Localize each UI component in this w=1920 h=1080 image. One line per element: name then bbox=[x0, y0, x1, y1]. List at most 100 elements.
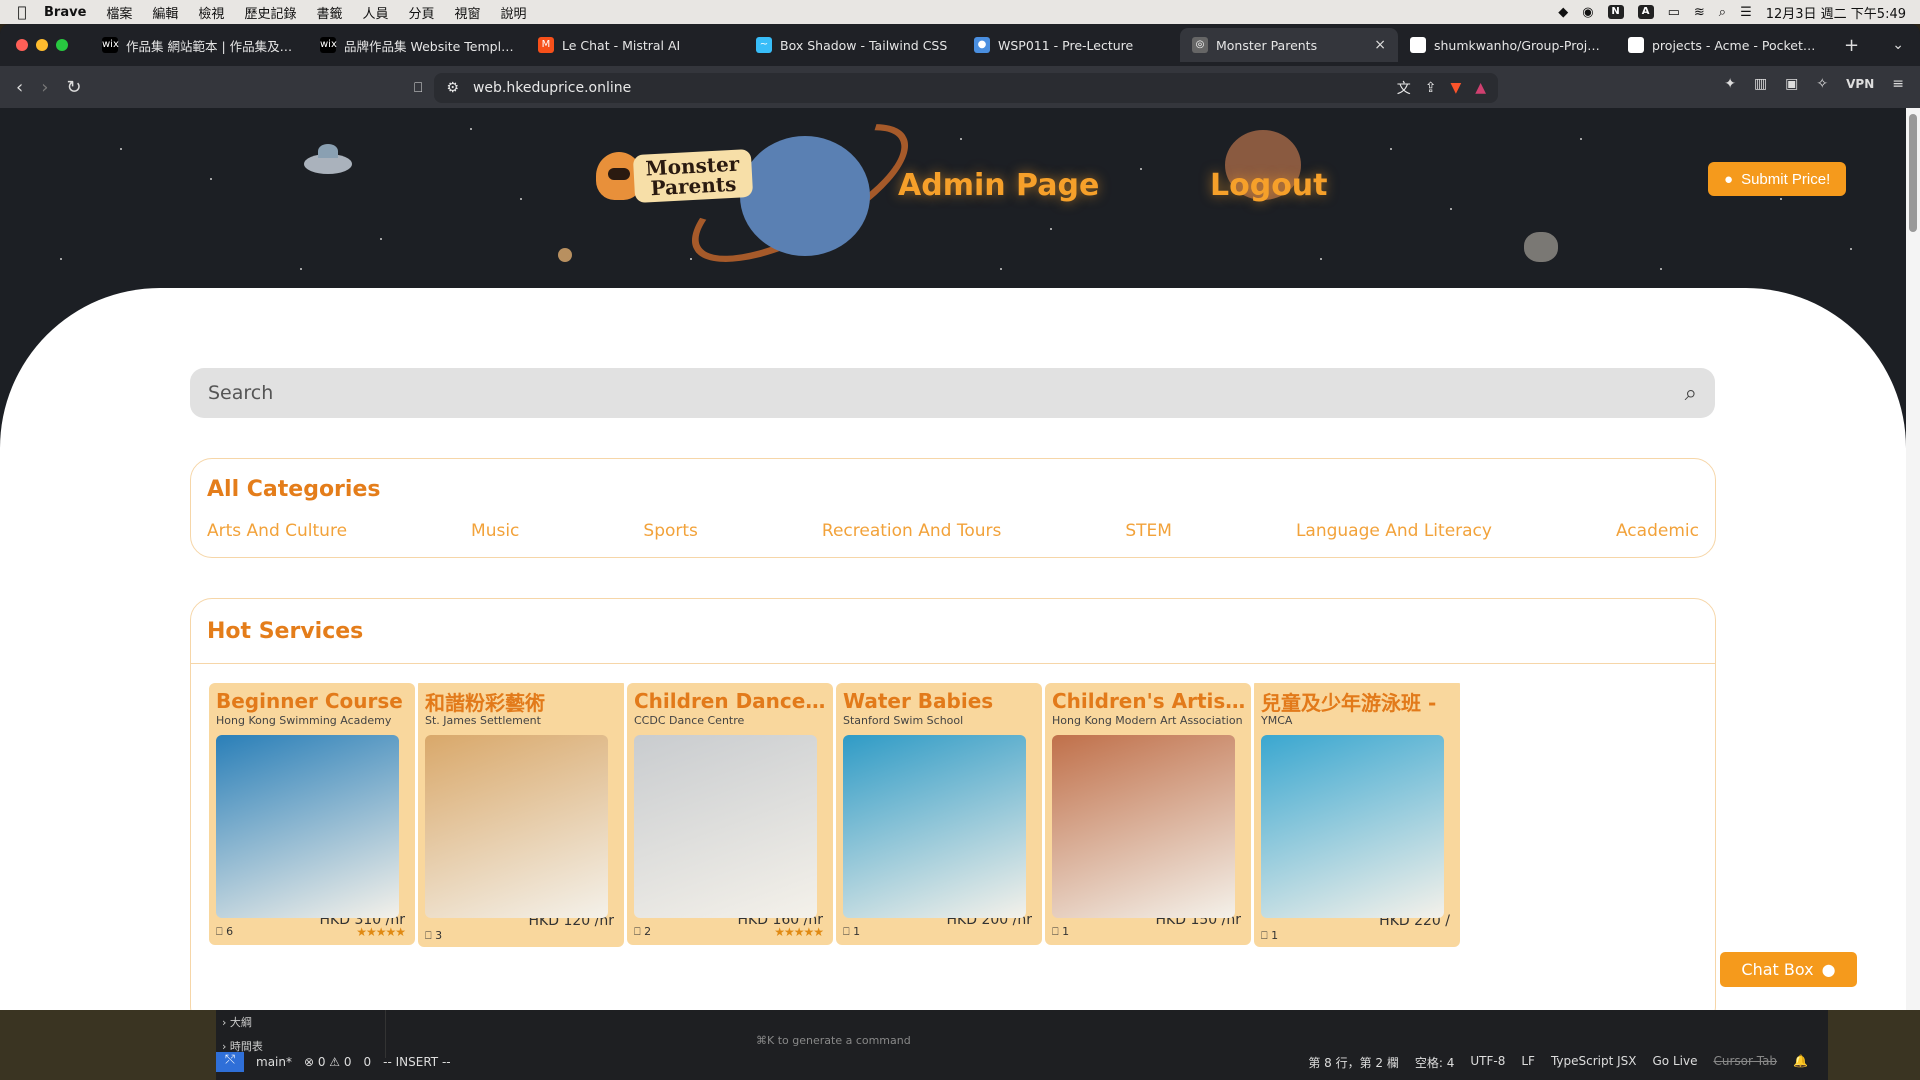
sidebar-icon[interactable]: ▥ bbox=[1754, 76, 1767, 92]
notion-icon[interactable]: N bbox=[1607, 5, 1624, 19]
outline-section[interactable]: › 大綱 bbox=[216, 1010, 385, 1034]
menu-window[interactable]: 視窗 bbox=[445, 3, 491, 22]
cursor-tab-toggle[interactable]: Cursor Tab bbox=[1713, 1054, 1777, 1071]
control-center-icon[interactable]: ☰ bbox=[1740, 5, 1752, 20]
search-bar[interactable]: Search ⌕ bbox=[190, 368, 1715, 418]
scrollbar-thumb[interactable] bbox=[1909, 114, 1917, 232]
admin-page-link[interactable]: Admin Page bbox=[898, 168, 1099, 203]
service-image[interactable] bbox=[843, 735, 1026, 918]
browser-tab[interactable]: wix 品牌作品集 Website Template bbox=[308, 28, 526, 62]
reload-icon[interactable]: ↻ bbox=[66, 77, 81, 98]
page-scrollbar[interactable] bbox=[1906, 108, 1920, 1010]
service-card[interactable]: Beginner Course Hong Kong Swimming Academ… bbox=[209, 683, 415, 945]
bookmark-icon[interactable]: ⎕ bbox=[414, 80, 422, 96]
menu-edit[interactable]: 編輯 bbox=[142, 3, 188, 22]
forward-icon[interactable]: › bbox=[41, 77, 48, 98]
service-image[interactable] bbox=[216, 735, 399, 918]
problems-count[interactable]: ⊗ 0 ⚠ 0 bbox=[304, 1055, 352, 1069]
indentation[interactable]: 空格: 4 bbox=[1415, 1054, 1455, 1071]
service-card[interactable]: Children's Artistic Elit...Hong Kong Mod… bbox=[1045, 683, 1251, 945]
battery-icon[interactable]: ▭ bbox=[1668, 5, 1680, 20]
logout-link[interactable]: Logout bbox=[1210, 168, 1328, 203]
browser-tab[interactable]: ~ Box Shadow - Tailwind CSS bbox=[744, 28, 962, 62]
menu-tab[interactable]: 分頁 bbox=[398, 3, 444, 22]
browser-tab[interactable]: ◎ Monster Parents × bbox=[1180, 28, 1398, 62]
submit-price-button[interactable]: ● Submit Price! bbox=[1708, 162, 1847, 196]
vpn-button[interactable]: VPN bbox=[1846, 77, 1874, 91]
url-field[interactable]: ⚙ web.hkeduprice.online 文 ⇪ ▼ ▲ bbox=[434, 73, 1498, 103]
category-language-and-literacy[interactable]: Language And Literacy bbox=[1296, 521, 1492, 541]
browser-tab[interactable]: M Le Chat - Mistral AI bbox=[526, 28, 744, 62]
brave-rewards-icon[interactable]: ▲ bbox=[1475, 80, 1486, 96]
star-dot bbox=[1390, 148, 1392, 150]
menu-file[interactable]: 檔案 bbox=[96, 3, 142, 22]
menubar-clock[interactable]: 12月3日 週二 下午5:49 bbox=[1766, 3, 1906, 22]
input-source-icon[interactable]: A bbox=[1637, 5, 1654, 19]
search-icon[interactable]: ⌕ bbox=[1685, 381, 1697, 406]
service-image[interactable] bbox=[1052, 735, 1235, 918]
browser-tab[interactable]: ▣ projects - Acme - PocketBase bbox=[1616, 28, 1834, 62]
translate-icon[interactable]: 文 bbox=[1397, 78, 1411, 98]
bookmark-count[interactable]: ⎕ 1 bbox=[843, 925, 860, 939]
back-icon[interactable]: ‹ bbox=[16, 77, 23, 98]
service-image[interactable] bbox=[425, 735, 608, 918]
service-card[interactable]: 兒童及少年游泳班 - YMCA HKD 220 /⎕ 1 bbox=[1254, 683, 1460, 947]
category-recreation-and-tours[interactable]: Recreation And Tours bbox=[822, 521, 1001, 541]
star-dot bbox=[1320, 258, 1322, 260]
browser-tab[interactable]: ● shumkwanho/Group-Project- bbox=[1398, 28, 1616, 62]
bookmark-count[interactable]: ⎕ 1 bbox=[1261, 929, 1278, 943]
bookmark-count[interactable]: ⎕ 6 bbox=[216, 925, 233, 939]
language-mode[interactable]: TypeScript JSX bbox=[1551, 1054, 1637, 1071]
browser-tab[interactable]: wix 作品集 網站範本 | 作品集及圖形 bbox=[90, 28, 308, 62]
site-logo[interactable]: Monster Parents bbox=[596, 148, 753, 204]
zoom-window-icon[interactable] bbox=[56, 39, 68, 51]
status-app-icon[interactable]: ◆ bbox=[1558, 5, 1568, 20]
share-icon[interactable]: ⇪ bbox=[1425, 80, 1437, 96]
spotlight-icon[interactable]: ⌕ bbox=[1719, 5, 1726, 20]
git-branch[interactable]: main* bbox=[256, 1055, 292, 1069]
notifications-icon[interactable]: 🔔 bbox=[1793, 1054, 1808, 1071]
browser-menu-icon[interactable]: ≡ bbox=[1892, 76, 1904, 92]
category-academic[interactable]: Academic bbox=[1616, 521, 1699, 541]
search-input[interactable]: Search bbox=[208, 382, 1685, 404]
close-tab-icon[interactable]: × bbox=[1374, 37, 1386, 53]
browser-tab[interactable]: ● WSP011 - Pre-Lecture bbox=[962, 28, 1180, 62]
service-card[interactable]: Children Dance Shor...CCDC Dance CentreH… bbox=[627, 683, 833, 945]
service-image[interactable] bbox=[1261, 735, 1444, 918]
extensions-icon[interactable]: ✦ bbox=[1724, 76, 1736, 92]
tab-menu-chevron-icon[interactable]: ⌄ bbox=[1892, 37, 1904, 53]
service-card[interactable]: Water Babies Stanford Swim School HKD 200 … bbox=[836, 683, 1042, 945]
menu-history[interactable]: 歷史記錄 bbox=[234, 3, 306, 22]
service-image[interactable] bbox=[634, 735, 817, 918]
new-tab-icon[interactable]: + bbox=[1844, 35, 1859, 56]
category-stem[interactable]: STEM bbox=[1125, 521, 1172, 541]
apple-icon[interactable]:  bbox=[0, 3, 44, 21]
go-live-button[interactable]: Go Live bbox=[1653, 1054, 1698, 1071]
menu-bookmarks[interactable]: 書籤 bbox=[306, 3, 352, 22]
status-app-icon-2[interactable]: ◉ bbox=[1582, 5, 1593, 20]
bookmark-count[interactable]: ⎕ 1 bbox=[1052, 925, 1069, 939]
minimize-window-icon[interactable] bbox=[36, 39, 48, 51]
leo-ai-icon[interactable]: ✧ bbox=[1816, 76, 1828, 92]
site-info-icon[interactable]: ⚙ bbox=[446, 80, 459, 96]
wallet-icon[interactable]: ▣ bbox=[1785, 76, 1798, 92]
service-card[interactable]: 和諧粉彩藝術 St. James Settlement HKD 120 /hr ⎕ 3 bbox=[418, 683, 624, 947]
menu-view[interactable]: 檢視 bbox=[188, 3, 234, 22]
close-window-icon[interactable] bbox=[16, 39, 28, 51]
ports-count[interactable]: 0 bbox=[364, 1055, 372, 1069]
category-sports[interactable]: Sports bbox=[643, 521, 698, 541]
line-ending[interactable]: LF bbox=[1521, 1054, 1535, 1071]
menu-app-name[interactable]: Brave bbox=[44, 5, 96, 20]
remote-icon[interactable]: ⤲ bbox=[216, 1052, 244, 1072]
chat-box-button[interactable]: Chat Box ● bbox=[1720, 952, 1857, 987]
category-arts-and-culture[interactable]: Arts And Culture bbox=[207, 521, 347, 541]
menu-help[interactable]: 說明 bbox=[491, 3, 537, 22]
category-music[interactable]: Music bbox=[471, 521, 519, 541]
bookmark-count[interactable]: ⎕ 3 bbox=[425, 929, 442, 943]
brave-shields-icon[interactable]: ▼ bbox=[1450, 80, 1461, 96]
menu-profiles[interactable]: 人員 bbox=[352, 3, 398, 22]
bookmark-count[interactable]: ⎕ 2 bbox=[634, 925, 651, 939]
cursor-position[interactable]: 第 8 行，第 2 欄 bbox=[1308, 1054, 1399, 1071]
wifi-icon[interactable]: ≋ bbox=[1694, 5, 1705, 20]
encoding[interactable]: UTF-8 bbox=[1470, 1054, 1505, 1071]
